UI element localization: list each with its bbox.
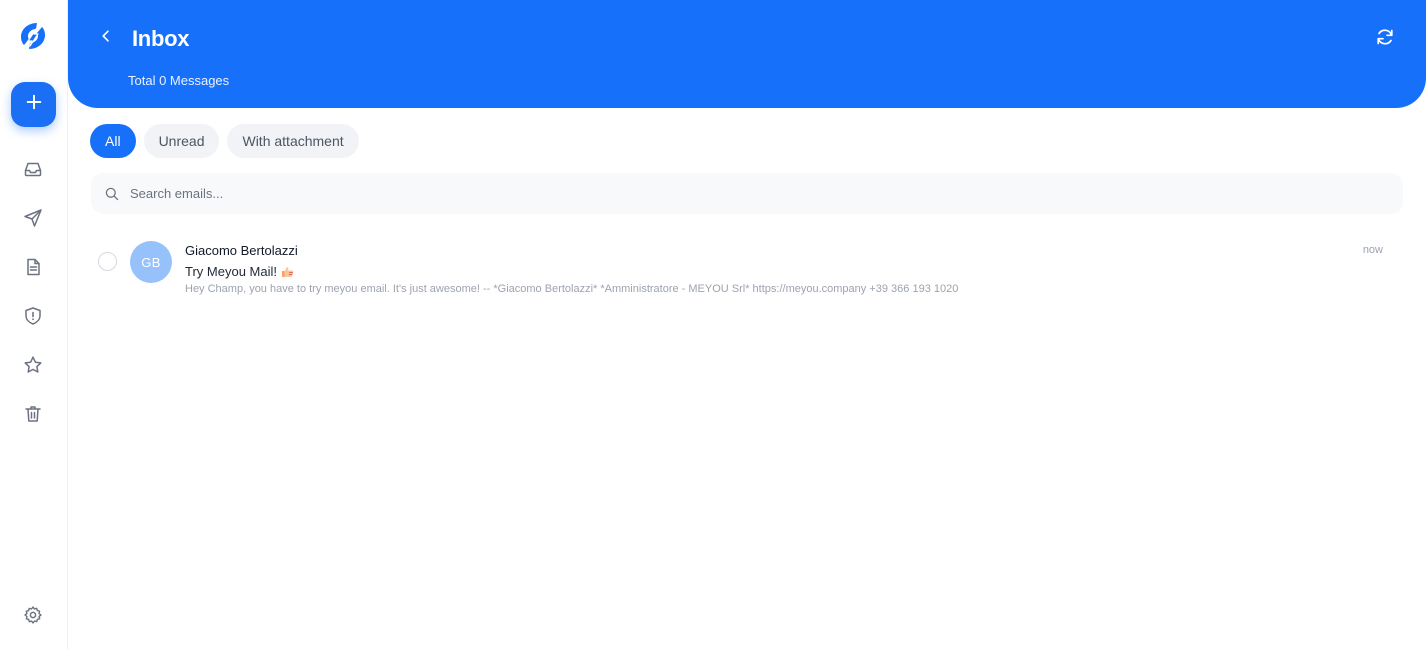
app-root: Inbox Total 0 Messages All Unread With a…: [0, 0, 1426, 650]
email-sender: Giacomo Bertolazzi: [185, 243, 298, 258]
email-subject: Try Meyou Mail!: [185, 264, 277, 279]
email-time: now: [1362, 244, 1383, 256]
page-title: Inbox: [132, 26, 190, 51]
shield-alert-icon: [23, 306, 43, 331]
filter-tabs: All Unread With attachment: [90, 124, 359, 158]
trash-icon: [23, 404, 43, 429]
email-select-checkbox[interactable]: [98, 252, 117, 271]
thumbs-up-emoji-icon: [281, 266, 295, 278]
refresh-button[interactable]: [1374, 28, 1396, 50]
email-list-item[interactable]: GB Giacomo Bertolazzi Try Meyou Mail! He…: [91, 232, 1403, 304]
avatar: GB: [130, 241, 172, 283]
sidebar: [0, 0, 68, 650]
sidebar-item-drafts[interactable]: [22, 258, 44, 280]
inbox-icon: [23, 159, 43, 184]
inbox-header: Inbox Total 0 Messages: [68, 0, 1426, 108]
document-icon: [23, 257, 43, 282]
meyou-logo-icon[interactable]: [17, 20, 49, 52]
sidebar-item-starred[interactable]: [22, 355, 44, 380]
back-button[interactable]: [96, 28, 116, 48]
sidebar-item-sent[interactable]: [22, 208, 44, 233]
filter-unread[interactable]: Unread: [143, 124, 220, 158]
compose-button[interactable]: [11, 82, 56, 127]
settings-button[interactable]: [22, 605, 44, 630]
filter-all[interactable]: All: [90, 124, 136, 158]
message-count: Total 0 Messages: [128, 73, 230, 88]
sidebar-item-inbox[interactable]: [22, 160, 44, 182]
star-icon: [23, 355, 43, 380]
sidebar-item-trash[interactable]: [22, 405, 44, 427]
search-icon: [104, 186, 120, 202]
chevron-left-icon: [98, 28, 114, 49]
email-subject-line: Try Meyou Mail!: [185, 264, 295, 279]
sidebar-item-spam[interactable]: [22, 306, 44, 331]
search-bar: [91, 173, 1403, 214]
gear-icon: [23, 605, 43, 630]
filter-with-attachment[interactable]: With attachment: [227, 124, 359, 158]
paper-plane-icon: [23, 208, 43, 233]
email-preview: Hey Champ, you have to try meyou email. …: [185, 283, 959, 295]
search-input[interactable]: [130, 186, 1330, 201]
plus-icon: [25, 93, 43, 116]
refresh-icon: [1375, 27, 1395, 52]
